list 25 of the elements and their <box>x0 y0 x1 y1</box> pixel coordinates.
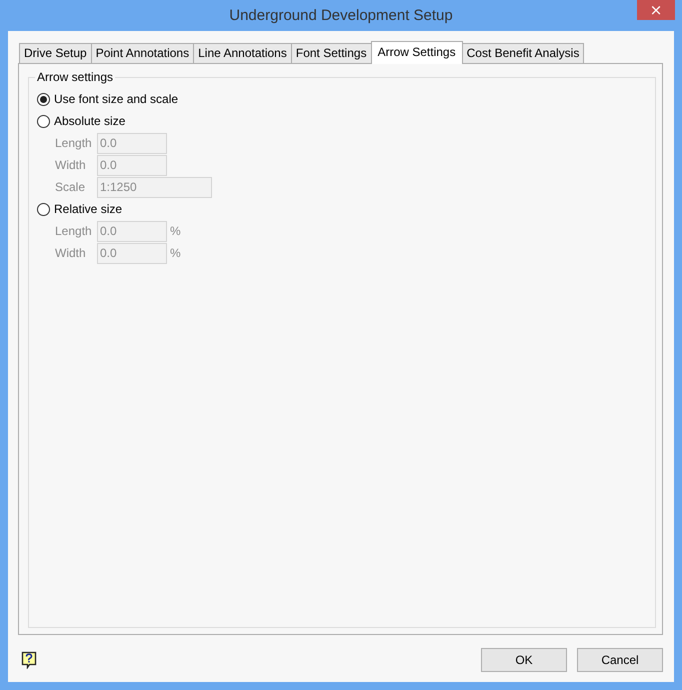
field-label: Scale <box>55 180 86 194</box>
field-label: Width <box>55 158 87 172</box>
radio-label: Absolute size <box>54 114 126 128</box>
dialog-button[interactable]: Cancel <box>577 648 663 672</box>
tab[interactable]: Arrow Settings <box>370 41 463 64</box>
tab[interactable]: Point Annotations <box>90 43 194 63</box>
window-title: Underground Development Setup <box>229 7 453 24</box>
dialog-button[interactable]: OK <box>481 648 567 672</box>
radio-button[interactable] <box>37 202 50 216</box>
radio-label: Use font size and scale <box>54 92 178 106</box>
unit-label: % <box>170 224 181 238</box>
group-title: Arrow settings <box>35 70 116 84</box>
tab[interactable]: Font Settings <box>290 43 372 63</box>
tab[interactable]: Line Annotations <box>193 43 292 63</box>
help-icon[interactable] <box>21 651 37 669</box>
field-label: Length <box>55 136 93 150</box>
field-label: Length <box>55 224 93 238</box>
close-button[interactable]: × <box>637 0 675 20</box>
radio-button[interactable] <box>37 114 50 128</box>
field-label: Width <box>55 246 87 260</box>
radio-button[interactable] <box>37 92 50 106</box>
tab[interactable]: Cost Benefit Analysis <box>462 43 584 63</box>
unit-label: % <box>170 246 181 260</box>
tab[interactable]: Drive Setup <box>19 43 92 63</box>
radio-label: Relative size <box>54 202 122 216</box>
